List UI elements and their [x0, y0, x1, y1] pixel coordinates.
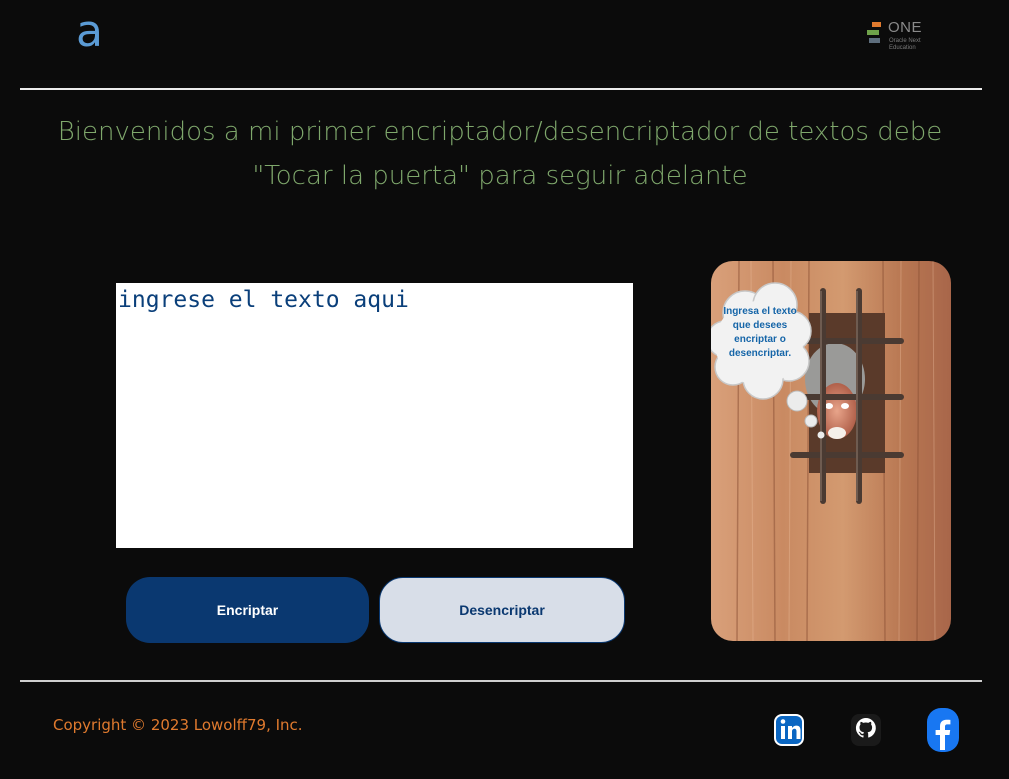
facebook-icon[interactable]: [926, 706, 960, 754]
page: a ONE Oracle Next Education Bienvenidos …: [0, 0, 1009, 779]
thought-bubble-text: Ingresa el texto que desees encriptar o …: [723, 306, 797, 359]
encrypt-button[interactable]: Encriptar: [126, 577, 369, 643]
alura-logo[interactable]: a: [76, 10, 103, 54]
github-icon[interactable]: [849, 706, 883, 754]
one-logo[interactable]: ONE Oracle Next Education: [866, 20, 936, 60]
one-logo-bars-icon: [866, 22, 882, 44]
one-logo-subtitle: Oracle Next Education: [889, 38, 921, 51]
copyright-text: Copyright © 2023 Lowolff79, Inc.: [53, 716, 303, 734]
page-title: Bienvenidos a mi primer encriptador/dese…: [57, 117, 943, 191]
text-input[interactable]: [116, 283, 633, 548]
header-divider: [20, 88, 982, 90]
door-illustration: Ingresa el texto que desees encriptar o …: [711, 261, 951, 641]
one-logo-word: ONE: [888, 19, 923, 36]
decrypt-button[interactable]: Desencriptar: [379, 577, 625, 643]
footer-divider: [20, 680, 982, 682]
linkedin-icon[interactable]: [772, 706, 806, 754]
